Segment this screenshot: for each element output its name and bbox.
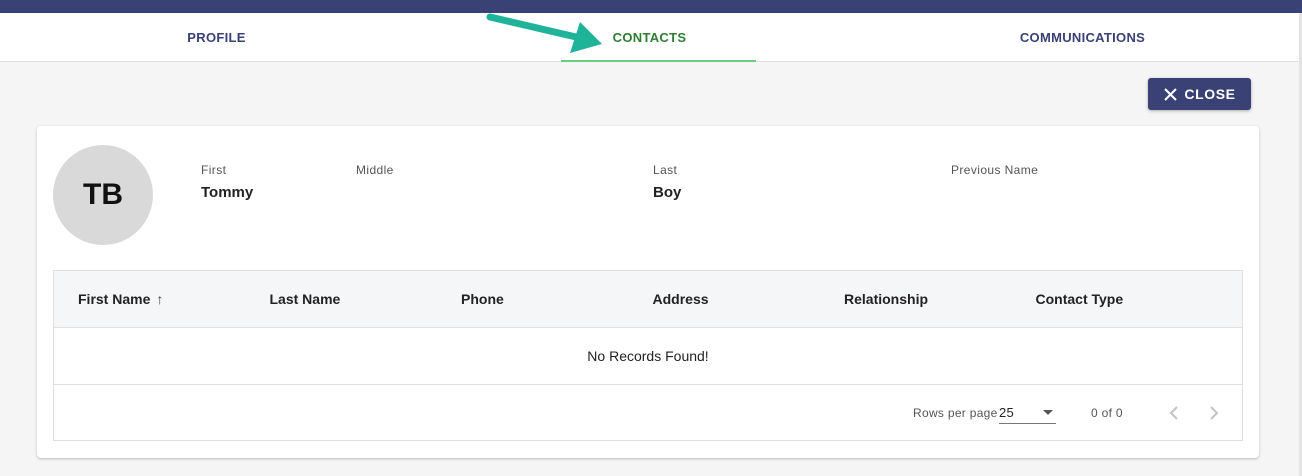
middle-name-field: Middle — [356, 163, 394, 202]
pagination-range: 0 of 0 — [1091, 406, 1123, 420]
last-name-label: Last — [653, 163, 678, 177]
column-header-address[interactable]: Address — [653, 291, 845, 307]
column-header-first-name-label: First Name — [78, 291, 151, 307]
top-app-bar — [0, 0, 1302, 13]
rows-per-page-label: Rows per page — [913, 406, 998, 420]
column-header-phone-label: Phone — [461, 291, 504, 307]
column-header-last-name-label: Last Name — [269, 291, 341, 307]
column-header-relationship[interactable]: Relationship — [844, 291, 1036, 307]
avatar: TB — [53, 145, 153, 245]
table-pagination: Rows per page 25 0 of 0 — [54, 385, 1242, 440]
close-button[interactable]: CLOSE — [1148, 78, 1251, 110]
tab-profile-label: PROFILE — [187, 29, 246, 45]
column-header-last-name[interactable]: Last Name — [270, 291, 462, 307]
chevron-left-icon — [1169, 406, 1178, 420]
previous-name-value — [951, 184, 1038, 202]
rows-per-page-value: 25 — [999, 405, 1015, 420]
caret-down-icon — [1043, 410, 1053, 415]
last-name-field: Last Boy — [653, 163, 681, 202]
previous-name-label: Previous Name — [951, 163, 1039, 177]
next-page-button[interactable] — [1204, 403, 1224, 423]
middle-name-label: Middle — [356, 163, 394, 177]
close-icon — [1164, 87, 1178, 101]
contact-card: TB First Tommy Middle Last Boy Previous … — [37, 126, 1259, 458]
column-header-address-label: Address — [652, 291, 709, 307]
column-header-contact-type[interactable]: Contact Type — [1036, 291, 1228, 307]
previous-name-field: Previous Name — [951, 163, 1038, 202]
empty-state-message: No Records Found! — [54, 328, 1242, 385]
annotation-arrow-icon — [486, 13, 602, 53]
tab-bar: PROFILE CONTACTS COMMUNICATIONS — [0, 13, 1299, 62]
tab-contacts-label: CONTACTS — [612, 29, 687, 45]
chevron-right-icon — [1210, 406, 1219, 420]
table-header-row: First Name ↑ Last Name Phone Address Rel… — [54, 271, 1242, 328]
tab-profile[interactable]: PROFILE — [0, 13, 433, 61]
tab-communications-label: COMMUNICATIONS — [1019, 29, 1146, 45]
column-header-first-name[interactable]: First Name ↑ — [78, 291, 270, 307]
arrow-up-icon: ↑ — [156, 291, 164, 307]
previous-page-button[interactable] — [1164, 403, 1184, 423]
column-header-contact-type-label: Contact Type — [1035, 291, 1124, 307]
last-name-value: Boy — [653, 184, 682, 201]
column-header-phone[interactable]: Phone — [461, 291, 653, 307]
active-tab-indicator — [561, 60, 756, 62]
first-name-field: First Tommy — [201, 163, 253, 202]
close-button-label: CLOSE — [1184, 86, 1236, 102]
contacts-table: First Name ↑ Last Name Phone Address Rel… — [53, 270, 1243, 441]
tab-communications[interactable]: COMMUNICATIONS — [866, 13, 1299, 61]
first-name-label: First — [201, 163, 227, 177]
column-header-relationship-label: Relationship — [844, 291, 929, 307]
middle-name-value — [356, 184, 394, 202]
first-name-value: Tommy — [201, 184, 254, 201]
rows-per-page-select[interactable]: 25 — [999, 402, 1056, 424]
